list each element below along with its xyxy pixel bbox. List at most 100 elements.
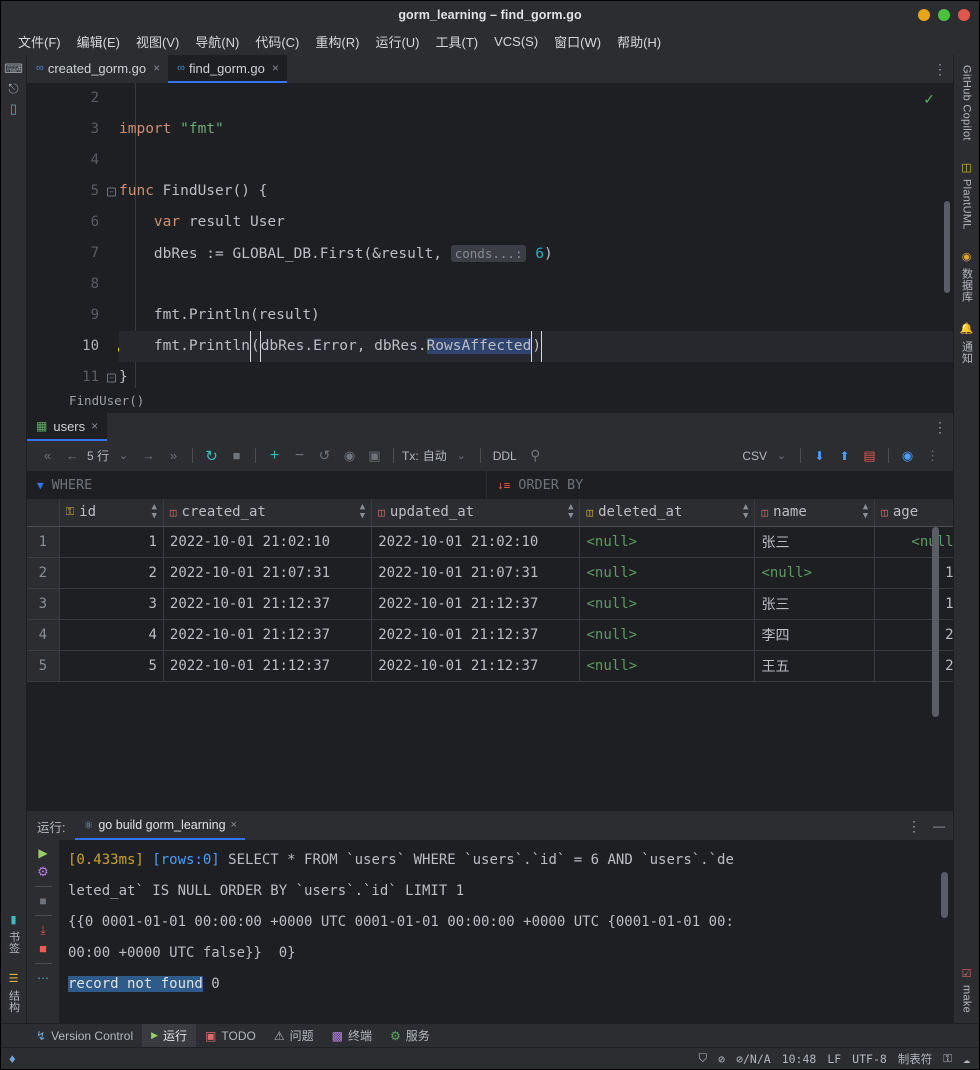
refresh-icon[interactable]: ↻ xyxy=(202,446,221,466)
cell-age[interactable]: 22 xyxy=(874,650,953,682)
next-page-button[interactable]: → xyxy=(139,446,158,466)
table-row[interactable]: 3 3 2022-10-01 21:12:37 2022-10-01 21:12… xyxy=(27,588,953,620)
editor-tab-options-icon[interactable]: ⋮ xyxy=(933,55,947,83)
tool-window-problems[interactable]: ⚠ 问题 xyxy=(265,1024,323,1048)
sidebar-item-make[interactable]: ☑ make xyxy=(960,965,973,1015)
sort-toggle-icon[interactable]: ▲ ▼ xyxy=(743,503,748,521)
menu-window[interactable]: 窗口(W) xyxy=(547,29,608,54)
first-page-button[interactable]: « xyxy=(38,446,57,466)
sidebar-item-plantuml[interactable]: ◫ PlantUML xyxy=(960,159,973,232)
run-configuration-tab[interactable]: ⚛ go build gorm_learning × xyxy=(75,812,245,840)
menu-code[interactable]: 代码(C) xyxy=(248,29,306,54)
view-options-icon[interactable]: ◉ xyxy=(898,446,917,466)
cell-name[interactable]: 王五 xyxy=(754,650,876,682)
scroll-to-end-icon[interactable]: ⤓ xyxy=(40,922,45,938)
sort-toggle-icon[interactable]: ▲ ▼ xyxy=(152,503,157,521)
maximize-button[interactable] xyxy=(938,8,950,21)
table-row[interactable]: 1 1 2022-10-01 21:02:10 2022-10-01 21:02… xyxy=(27,526,953,558)
table-row[interactable]: 5 5 2022-10-01 21:12:37 2022-10-01 21:12… xyxy=(27,650,953,682)
add-row-icon[interactable]: + xyxy=(265,446,284,466)
cell-deleted-at[interactable]: <null> xyxy=(579,650,756,682)
console-scrollbar[interactable] xyxy=(941,872,948,918)
more-options-icon[interactable]: ⋮ xyxy=(923,446,942,466)
tab-close-icon[interactable]: × xyxy=(272,61,279,75)
cell-updated-at[interactable]: 2022-10-01 21:12:37 xyxy=(371,588,581,620)
cloud-icon[interactable]: ☁ xyxy=(963,1052,970,1066)
cell-created-at[interactable]: 2022-10-01 21:12:37 xyxy=(163,650,373,682)
sidebar-item-database[interactable]: ◉ 数据库 xyxy=(959,248,975,304)
column-header-deleted-at[interactable]: ◫ deleted_at ▲ ▼ xyxy=(579,499,756,527)
tx-mode-value[interactable]: 自动 xyxy=(423,447,447,464)
data-grid-container[interactable]: ⚿ id ▲ ▼ ◫ created_at ▲ ▼ ◫ updated_at ▲ ▼ ◫ delet… xyxy=(27,499,953,811)
project-icon[interactable]: ⌨ xyxy=(4,61,23,77)
chevron-down-icon[interactable]: ⌄ xyxy=(452,446,471,466)
stop-icon[interactable]: ■ xyxy=(39,893,46,909)
cell-age[interactable]: 18 xyxy=(874,557,953,589)
terminal-monitor-icon[interactable]: ▯ xyxy=(10,101,17,117)
column-header-id[interactable]: ⚿ id ▲ ▼ xyxy=(59,499,164,527)
menu-help[interactable]: 帮助(H) xyxy=(610,29,668,54)
more-options-icon[interactable]: ⋯ xyxy=(37,970,49,986)
rows-count-value[interactable]: 5 行 xyxy=(87,447,109,464)
cell-id[interactable]: 2 xyxy=(59,557,164,589)
menu-tools[interactable]: 工具(T) xyxy=(428,29,485,54)
cell-name[interactable]: 李四 xyxy=(754,619,876,651)
menu-view[interactable]: 视图(V) xyxy=(129,29,186,54)
lock-icon[interactable]: ⚿ xyxy=(943,1051,952,1066)
grid-scrollbar[interactable] xyxy=(932,527,939,717)
tool-window-run[interactable]: ▶ 运行 xyxy=(142,1023,197,1048)
search-icon[interactable]: ⚲ xyxy=(526,446,545,466)
code-editor[interactable]: ✓ 2 3 4 5 − 6 7 8 9 10 💡 xyxy=(27,83,953,388)
cell-age[interactable]: 20 xyxy=(874,619,953,651)
cell-id[interactable]: 5 xyxy=(59,650,164,682)
line-separator-indicator[interactable]: LF xyxy=(827,1052,841,1066)
no-access-icon[interactable]: ⊘ xyxy=(718,1052,725,1066)
menu-run[interactable]: 运行(U) xyxy=(368,29,426,54)
last-page-button[interactable]: » xyxy=(164,446,183,466)
cell-updated-at[interactable]: 2022-10-01 21:02:10 xyxy=(371,526,581,558)
commit-icon[interactable]: ⎋ xyxy=(8,81,18,97)
download-icon[interactable]: ⬇ xyxy=(810,446,829,466)
tab-close-icon[interactable]: × xyxy=(91,419,98,433)
cell-updated-at[interactable]: 2022-10-01 21:12:37 xyxy=(371,619,581,651)
editor-gutter[interactable]: 2 3 4 5 − 6 7 8 9 10 💡 1 xyxy=(27,83,131,388)
cell-created-at[interactable]: 2022-10-01 21:12:37 xyxy=(163,619,373,651)
cell-deleted-at[interactable]: <null> xyxy=(579,619,756,651)
db-tab-options-icon[interactable]: ⋮ xyxy=(933,413,947,441)
table-row[interactable]: 4 4 2022-10-01 21:12:37 2022-10-01 21:12… xyxy=(27,619,953,651)
cell-age[interactable]: <null> xyxy=(874,526,953,558)
export-format-value[interactable]: CSV xyxy=(742,449,767,463)
tool-window-services[interactable]: ⚙ 服务 xyxy=(381,1024,439,1048)
menu-edit[interactable]: 编辑(E) xyxy=(70,29,127,54)
cell-created-at[interactable]: 2022-10-01 21:02:10 xyxy=(163,526,373,558)
where-filter-input[interactable]: ▼ WHERE xyxy=(27,471,487,499)
minimize-panel-icon[interactable]: — xyxy=(933,819,945,833)
tab-created-gorm-go[interactable]: ∞ created_gorm.go × xyxy=(27,55,168,83)
order-by-filter-input[interactable]: ↓≡ ORDER BY xyxy=(487,471,953,499)
close-button[interactable] xyxy=(958,8,970,21)
revert-icon[interactable]: ↺ xyxy=(315,446,334,466)
cell-name[interactable]: <null> xyxy=(754,557,876,589)
cell-updated-at[interactable]: 2022-10-01 21:12:37 xyxy=(371,650,581,682)
run-options-icon[interactable]: ⋮ xyxy=(907,819,921,833)
minimize-button[interactable] xyxy=(918,8,930,21)
delete-row-icon[interactable]: − xyxy=(290,446,309,466)
rerun-icon[interactable]: ▶ xyxy=(38,845,47,861)
sort-toggle-icon[interactable]: ▲ ▼ xyxy=(568,503,573,521)
prev-page-button[interactable]: ← xyxy=(63,446,82,466)
console-output[interactable]: [0.433ms] [rows:0] SELECT * FROM `users`… xyxy=(60,840,953,1023)
code-text[interactable]: import "fmt" func FindUser() { var resul… xyxy=(107,83,953,388)
memory-indicator[interactable]: ⊘/N/A xyxy=(736,1052,771,1066)
sort-toggle-icon[interactable]: ▲ ▼ xyxy=(863,503,868,521)
cell-id[interactable]: 1 xyxy=(59,526,164,558)
sidebar-item-github-copilot[interactable]: GitHub Copilot xyxy=(961,63,973,143)
sidebar-item-structure[interactable]: ☰ 结构 xyxy=(6,970,22,1015)
upload-icon[interactable]: ⬆ xyxy=(835,446,854,466)
cell-created-at[interactable]: 2022-10-01 21:12:37 xyxy=(163,588,373,620)
cell-deleted-at[interactable]: <null> xyxy=(579,526,756,558)
sort-toggle-icon[interactable]: ▲ ▼ xyxy=(360,503,365,521)
tool-window-version-control[interactable]: ↯ Version Control xyxy=(27,1024,142,1048)
menu-vcs[interactable]: VCS(S) xyxy=(487,31,545,52)
table-row[interactable]: 2 2 2022-10-01 21:07:31 2022-10-01 21:07… xyxy=(27,557,953,589)
menu-refactor[interactable]: 重构(R) xyxy=(308,29,366,54)
